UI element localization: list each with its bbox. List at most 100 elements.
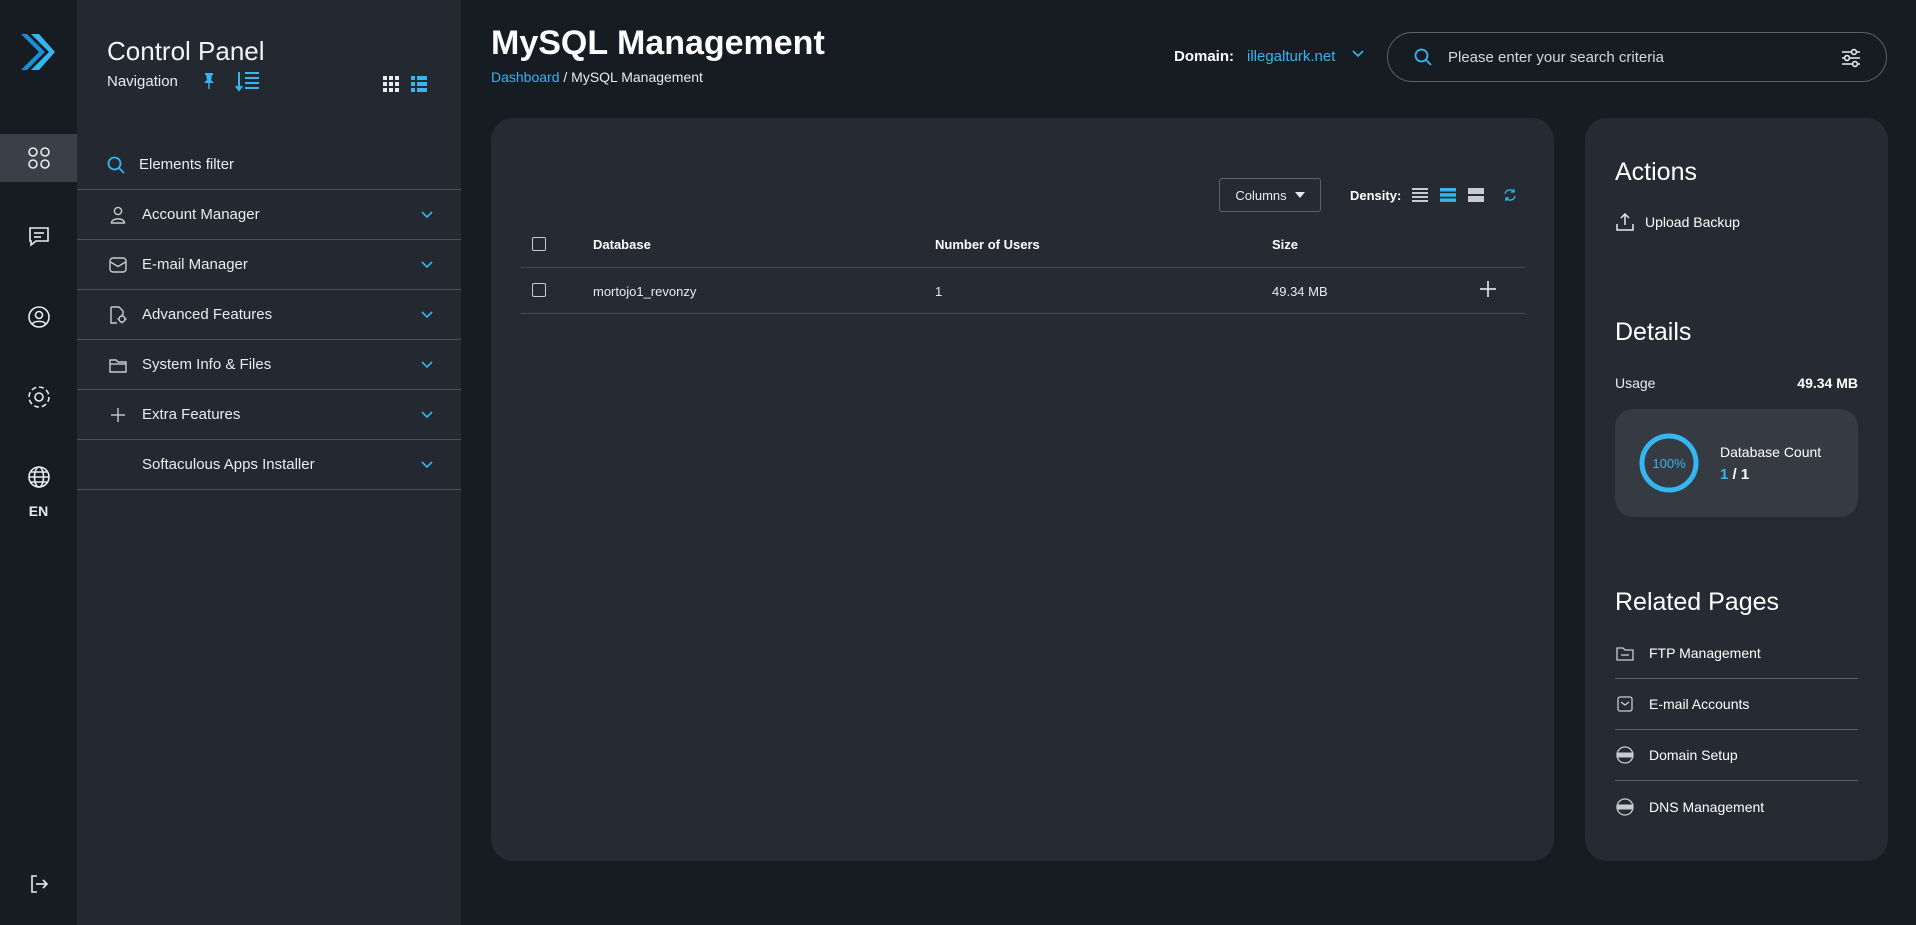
expand-row-plus-icon[interactable] xyxy=(1479,280,1497,298)
sidebar-item-label: Extra Features xyxy=(142,406,241,423)
actions-title: Actions xyxy=(1615,158,1697,186)
grid-view-icon[interactable] xyxy=(383,76,399,92)
sidebar: Control Panel Navigation Elements filter… xyxy=(77,0,461,925)
usage-percent: 100% xyxy=(1652,455,1686,471)
apps-icon xyxy=(27,147,50,169)
related-dns-management[interactable]: DNS Management xyxy=(1615,781,1858,832)
table-row[interactable]: mortojo1_revonzy 1 49.34 MB xyxy=(521,268,1525,314)
folder-icon xyxy=(109,358,127,373)
column-header-users[interactable]: Number of Users xyxy=(935,237,1040,252)
usage-value: 49.34 MB xyxy=(1797,375,1858,391)
cell-users: 1 xyxy=(935,284,943,299)
breadcrumb-current: MySQL Management xyxy=(571,69,703,85)
details-card: Actions Upload Backup Details Usage 49.3… xyxy=(1585,118,1888,861)
chevron-down-icon xyxy=(421,260,433,268)
sidebar-item-system-info-files[interactable]: System Info & Files xyxy=(77,340,461,390)
column-header-size[interactable]: Size xyxy=(1272,237,1298,252)
chevron-down-icon xyxy=(421,310,433,318)
plus-icon xyxy=(111,407,125,422)
sidebar-item-extra-features[interactable]: Extra Features xyxy=(77,390,461,440)
sidebar-item-advanced-features[interactable]: Advanced Features xyxy=(77,290,461,340)
column-header-database[interactable]: Database xyxy=(593,237,651,252)
logout-button[interactable] xyxy=(0,860,77,908)
pin-icon[interactable] xyxy=(201,72,217,90)
logout-icon xyxy=(30,875,48,893)
related-page-label: Domain Setup xyxy=(1649,747,1738,763)
rail-language[interactable] xyxy=(0,453,77,501)
mail-accounts-icon xyxy=(1617,696,1633,712)
chevron-down-icon xyxy=(421,410,433,418)
chevron-down-icon xyxy=(421,360,433,368)
columns-button[interactable]: Columns xyxy=(1219,178,1321,212)
page-title: MySQL Management xyxy=(491,24,825,62)
user-circle-icon xyxy=(27,306,50,328)
sidebar-item-account-manager[interactable]: Account Manager xyxy=(77,190,461,240)
sidebar-subtitle: Navigation xyxy=(107,73,178,90)
database-count-separator: / xyxy=(1728,466,1741,483)
select-all-checkbox[interactable] xyxy=(532,237,546,251)
sidebar-item-label: Softaculous Apps Installer xyxy=(142,456,315,473)
sidebar-title: Control Panel xyxy=(107,36,265,66)
cell-size: 49.34 MB xyxy=(1272,284,1328,299)
breadcrumb-dashboard-link[interactable]: Dashboard xyxy=(491,69,560,85)
table-header-row: Database Number of Users Size xyxy=(521,222,1525,268)
upload-icon xyxy=(1616,212,1634,231)
elements-filter[interactable]: Elements filter xyxy=(77,140,461,190)
database-count-label: Database Count xyxy=(1720,444,1822,460)
database-count-value: 1 / 1 xyxy=(1720,466,1749,483)
domain-selector[interactable]: illegalturk.net xyxy=(1247,48,1335,65)
sort-list-icon[interactable] xyxy=(235,70,261,92)
database-table-card: Columns Density: Database Number of User… xyxy=(491,118,1554,861)
ftp-folder-icon xyxy=(1616,647,1634,661)
mail-icon xyxy=(109,256,127,273)
messages-icon xyxy=(28,227,49,247)
database-count-total: 1 xyxy=(1740,466,1750,483)
density-label: Density: xyxy=(1350,188,1402,203)
related-page-label: FTP Management xyxy=(1649,645,1761,661)
sidebar-item-softaculous[interactable]: Softaculous Apps Installer xyxy=(77,440,461,490)
rail-apps[interactable] xyxy=(0,134,77,182)
upload-backup-label: Upload Backup xyxy=(1645,214,1740,230)
breadcrumb-separator: / xyxy=(559,69,572,85)
refresh-icon[interactable] xyxy=(1503,188,1517,202)
sidebar-item-label: System Info & Files xyxy=(142,356,272,373)
advanced-icon xyxy=(110,305,127,324)
sidebar-item-email-manager[interactable]: E-mail Manager xyxy=(77,240,461,290)
filter-settings-icon[interactable] xyxy=(1840,47,1862,69)
database-table: Database Number of Users Size mortojo1_r… xyxy=(521,222,1525,314)
search-input[interactable] xyxy=(1448,45,1808,69)
chevron-down-icon xyxy=(421,210,433,218)
related-domain-setup[interactable]: Domain Setup xyxy=(1615,730,1858,781)
related-page-label: DNS Management xyxy=(1649,798,1765,815)
elements-filter-placeholder: Elements filter xyxy=(139,156,235,173)
www-globe-icon xyxy=(1616,746,1634,764)
density-comfortable-icon[interactable] xyxy=(1468,187,1484,203)
icon-rail: EN xyxy=(0,0,77,925)
dns-globe-icon xyxy=(1616,797,1634,816)
domain-label: Domain: xyxy=(1174,48,1234,65)
user-icon xyxy=(110,206,126,224)
sidebar-item-label: Advanced Features xyxy=(142,306,273,323)
sidebar-item-label: E-mail Manager xyxy=(142,256,248,273)
density-compact-icon[interactable] xyxy=(1412,187,1428,203)
language-code[interactable]: EN xyxy=(0,503,77,519)
rail-profile[interactable] xyxy=(0,293,77,341)
related-ftp-management[interactable]: FTP Management xyxy=(1615,628,1858,679)
rail-messages[interactable] xyxy=(0,212,77,260)
density-standard-icon[interactable] xyxy=(1440,187,1456,203)
rail-settings[interactable] xyxy=(0,373,77,421)
related-pages-title: Related Pages xyxy=(1615,588,1780,616)
caret-down-icon xyxy=(1294,192,1305,198)
related-email-accounts[interactable]: E-mail Accounts xyxy=(1615,679,1858,730)
upload-backup-button[interactable]: Upload Backup xyxy=(1615,212,1740,232)
breadcrumb: Dashboard / MySQL Management xyxy=(491,69,703,85)
search-bar xyxy=(1387,32,1887,82)
columns-button-label: Columns xyxy=(1235,187,1287,203)
row-checkbox[interactable] xyxy=(532,283,546,297)
settings-icon xyxy=(27,386,50,408)
chevron-down-icon[interactable] xyxy=(1352,50,1364,58)
usage-label: Usage xyxy=(1615,375,1656,391)
list-view-icon[interactable] xyxy=(411,76,427,92)
search-icon xyxy=(107,156,125,174)
logo-icon[interactable] xyxy=(17,30,57,74)
